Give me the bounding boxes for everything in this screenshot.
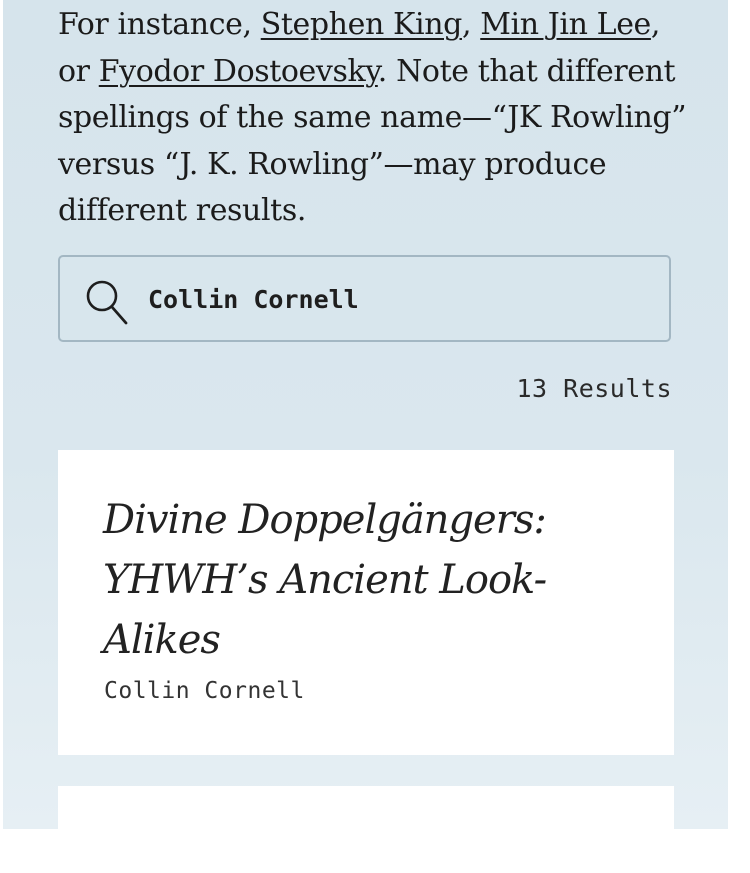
search-input[interactable] [148, 281, 648, 317]
search-instructions: For instance, Stephen King, Min Jin Lee,… [58, 2, 698, 235]
result-card[interactable] [58, 786, 674, 829]
search-panel: For instance, Stephen King, Min Jin Lee,… [3, 0, 728, 829]
example-link-fyodor-dostoevsky[interactable]: Fyodor Dostoevsky [99, 54, 378, 89]
search-icon [86, 280, 128, 325]
example-link-stephen-king[interactable]: Stephen King [261, 7, 463, 42]
example-link-min-jin-lee[interactable]: Min Jin Lee [480, 7, 651, 42]
author-search-box[interactable] [58, 255, 671, 342]
result-card[interactable]: Divine Doppelgängers: YHWH’s Ancient Loo… [58, 450, 674, 755]
result-author: Collin Cornell [104, 678, 305, 704]
results-count: 13 Results [516, 374, 672, 403]
result-title[interactable]: Divine Doppelgängers: YHWH’s Ancient Loo… [103, 490, 573, 670]
intro-prefix: For instance, [58, 7, 261, 42]
intro-separator: , [461, 7, 481, 42]
